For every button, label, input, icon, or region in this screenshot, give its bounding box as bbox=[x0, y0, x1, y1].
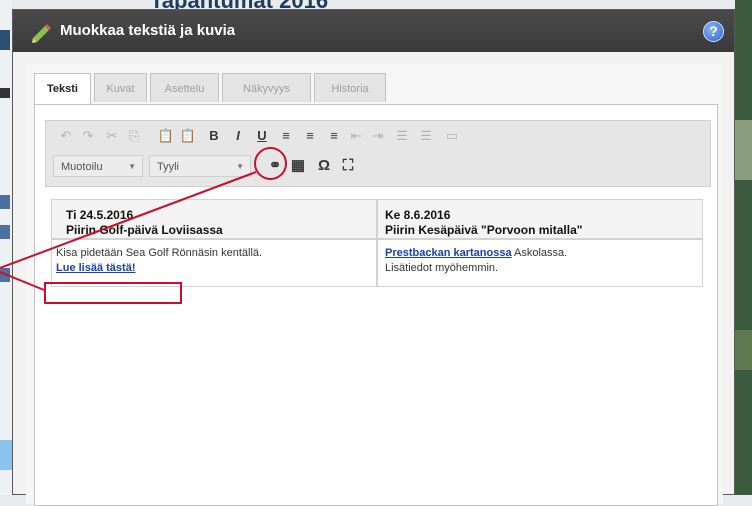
annotation-lines bbox=[0, 171, 257, 291]
annotation-line-rect bbox=[0, 271, 45, 291]
annotation-line-link bbox=[0, 171, 257, 269]
link-button-highlight bbox=[254, 147, 287, 180]
read-more-highlight bbox=[44, 282, 182, 304]
